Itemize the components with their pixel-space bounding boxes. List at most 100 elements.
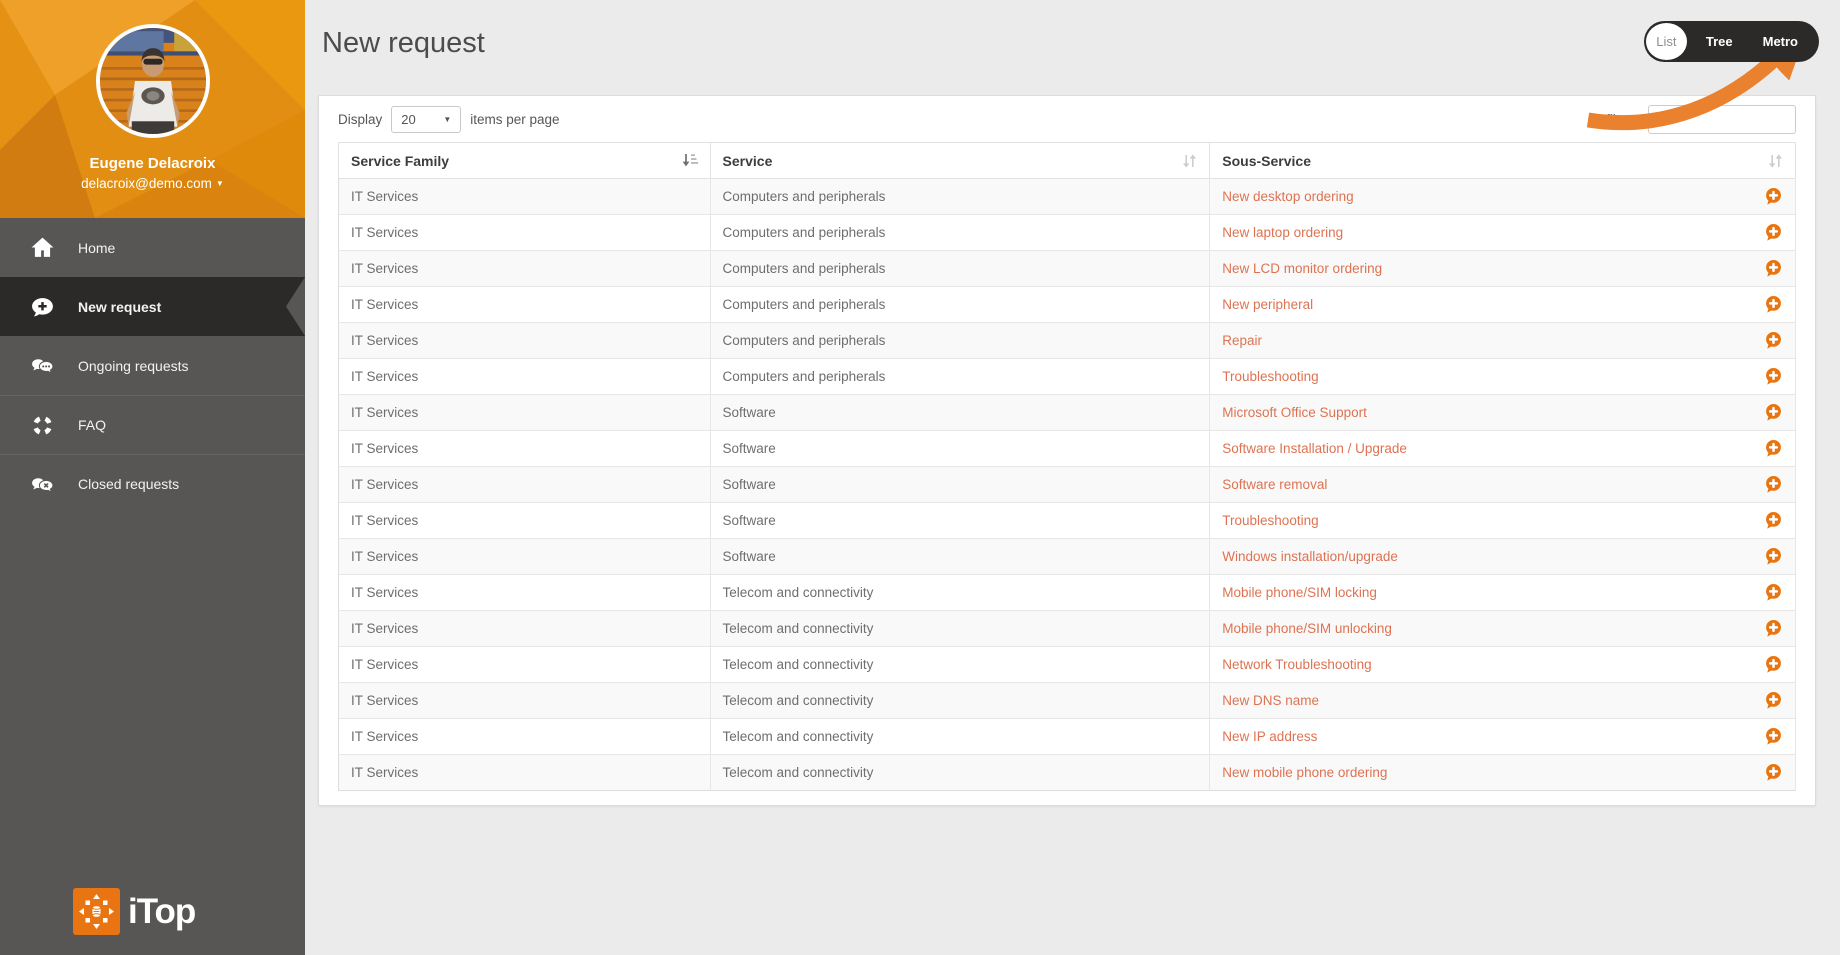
sidebar-item-ongoing-requests[interactable]: Ongoing requests <box>0 336 305 395</box>
sous-service-link[interactable]: Mobile phone/SIM unlocking <box>1222 621 1392 636</box>
add-request-bubble-icon[interactable] <box>1764 655 1783 674</box>
service-table-body: IT Services Computers and peripherals Ne… <box>339 179 1796 791</box>
sous-service-link[interactable]: Repair <box>1222 333 1262 348</box>
cell-service: Computers and peripherals <box>710 251 1210 287</box>
add-request-bubble-icon[interactable] <box>1764 511 1783 530</box>
add-request-bubble-icon[interactable] <box>1764 259 1783 278</box>
add-request-bubble-icon[interactable] <box>1764 547 1783 566</box>
add-request-bubble-icon[interactable] <box>1764 331 1783 350</box>
table-row: IT Services Computers and peripherals Ne… <box>339 287 1796 323</box>
sous-service-link[interactable]: Troubleshooting <box>1222 369 1318 384</box>
sous-service-link[interactable]: New LCD monitor ordering <box>1222 261 1382 276</box>
table-row: IT Services Telecom and connectivity Net… <box>339 647 1796 683</box>
add-request-bubble-icon[interactable] <box>1764 403 1783 422</box>
sous-service-link[interactable]: New peripheral <box>1222 297 1313 312</box>
filter-label: filter : <box>1606 112 1639 127</box>
cell-sous-service: New peripheral <box>1210 287 1796 323</box>
sidebar-item-faq[interactable]: FAQ <box>0 395 305 454</box>
user-profile: Eugene Delacroix delacroix@demo.com▼ <box>0 0 305 218</box>
main-content: New request List Tree Metro Display 20 ▼… <box>305 0 1840 955</box>
sous-service-link[interactable]: Microsoft Office Support <box>1222 405 1367 420</box>
sous-service-link[interactable]: New mobile phone ordering <box>1222 765 1387 780</box>
add-request-bubble-icon[interactable] <box>1764 583 1783 602</box>
user-email: delacroix@demo.com <box>81 176 212 191</box>
sous-service-link[interactable]: Mobile phone/SIM locking <box>1222 585 1377 600</box>
service-table: Service Family Service <box>338 142 1796 791</box>
cell-service-family: IT Services <box>339 539 711 575</box>
cell-sous-service: New IP address <box>1210 719 1796 755</box>
cell-service-family: IT Services <box>339 359 711 395</box>
add-request-bubble-icon[interactable] <box>1764 367 1783 386</box>
sous-service-link[interactable]: New DNS name <box>1222 693 1319 708</box>
table-row: IT Services Software Software removal <box>339 467 1796 503</box>
add-request-bubble-icon[interactable] <box>1764 763 1783 782</box>
sous-service-link[interactable]: Windows installation/upgrade <box>1222 549 1398 564</box>
cell-service: Telecom and connectivity <box>710 575 1210 611</box>
cell-service-family: IT Services <box>339 323 711 359</box>
cell-service-family: IT Services <box>339 287 711 323</box>
cell-service: Telecom and connectivity <box>710 647 1210 683</box>
itop-logo: iTop <box>73 888 195 935</box>
sous-service-link[interactable]: Network Troubleshooting <box>1222 657 1371 672</box>
cell-sous-service: Troubleshooting <box>1210 359 1796 395</box>
table-row: IT Services Software Troubleshooting <box>339 503 1796 539</box>
sort-asc-icon[interactable] <box>681 153 698 168</box>
cell-service: Telecom and connectivity <box>710 683 1210 719</box>
sort-both-icon[interactable] <box>1768 153 1783 169</box>
cell-sous-service: Troubleshooting <box>1210 503 1796 539</box>
cell-service-family: IT Services <box>339 179 711 215</box>
items-per-page-label: items per page <box>470 112 559 127</box>
user-menu-trigger[interactable]: delacroix@demo.com▼ <box>0 176 305 191</box>
sous-service-link[interactable]: Software Installation / Upgrade <box>1222 441 1407 456</box>
cell-service-family: IT Services <box>339 503 711 539</box>
add-request-bubble-icon[interactable] <box>1764 691 1783 710</box>
sous-service-link[interactable]: Troubleshooting <box>1222 513 1318 528</box>
sous-service-link[interactable]: New laptop ordering <box>1222 225 1343 240</box>
sous-service-link[interactable]: Software removal <box>1222 477 1327 492</box>
cell-sous-service: New desktop ordering <box>1210 179 1796 215</box>
add-request-bubble-icon[interactable] <box>1764 619 1783 638</box>
sidebar: Eugene Delacroix delacroix@demo.com▼ Hom… <box>0 0 305 955</box>
table-row: IT Services Computers and peripherals Ne… <box>339 215 1796 251</box>
cell-service-family: IT Services <box>339 611 711 647</box>
add-request-bubble-icon[interactable] <box>1764 727 1783 746</box>
sidebar-item-home[interactable]: Home <box>0 218 305 277</box>
itop-logo-icon <box>73 888 120 935</box>
cell-sous-service: New mobile phone ordering <box>1210 755 1796 791</box>
table-row: IT Services Telecom and connectivity Mob… <box>339 575 1796 611</box>
cell-service: Software <box>710 467 1210 503</box>
cell-sous-service: New DNS name <box>1210 683 1796 719</box>
sidebar-item-new-request[interactable]: New request <box>0 277 305 336</box>
column-header-service[interactable]: Service <box>710 143 1210 179</box>
table-row: IT Services Telecom and connectivity New… <box>339 683 1796 719</box>
add-request-bubble-icon[interactable] <box>1764 187 1783 206</box>
table-row: IT Services Telecom and connectivity Mob… <box>339 611 1796 647</box>
sidebar-item-closed-requests[interactable]: Closed requests <box>0 454 305 513</box>
add-request-bubble-icon[interactable] <box>1764 475 1783 494</box>
column-label: Service <box>723 153 773 169</box>
sous-service-link[interactable]: New desktop ordering <box>1222 189 1353 204</box>
sous-service-link[interactable]: New IP address <box>1222 729 1317 744</box>
cell-service: Computers and peripherals <box>710 179 1210 215</box>
sidebar-item-label: Home <box>78 240 115 256</box>
cell-service: Software <box>710 395 1210 431</box>
column-header-sous-service[interactable]: Sous-Service <box>1210 143 1796 179</box>
column-header-service-family[interactable]: Service Family <box>339 143 711 179</box>
page-size-select[interactable]: 20 ▼ <box>391 106 461 133</box>
add-request-bubble-icon[interactable] <box>1764 223 1783 242</box>
table-row: IT Services Telecom and connectivity New… <box>339 755 1796 791</box>
add-request-bubble-icon[interactable] <box>1764 295 1783 314</box>
cell-sous-service: Network Troubleshooting <box>1210 647 1796 683</box>
table-row: IT Services Telecom and connectivity New… <box>339 719 1796 755</box>
cell-service: Software <box>710 539 1210 575</box>
sort-both-icon[interactable] <box>1182 153 1197 169</box>
view-toggle-tree[interactable]: Tree <box>1691 34 1748 49</box>
filter-input[interactable] <box>1648 105 1796 134</box>
cell-sous-service: Software removal <box>1210 467 1796 503</box>
faq-icon <box>30 413 55 438</box>
view-toggle-list[interactable]: List <box>1646 23 1687 60</box>
cell-sous-service: Microsoft Office Support <box>1210 395 1796 431</box>
cell-sous-service: New laptop ordering <box>1210 215 1796 251</box>
view-toggle-metro[interactable]: Metro <box>1748 34 1813 49</box>
add-request-bubble-icon[interactable] <box>1764 439 1783 458</box>
